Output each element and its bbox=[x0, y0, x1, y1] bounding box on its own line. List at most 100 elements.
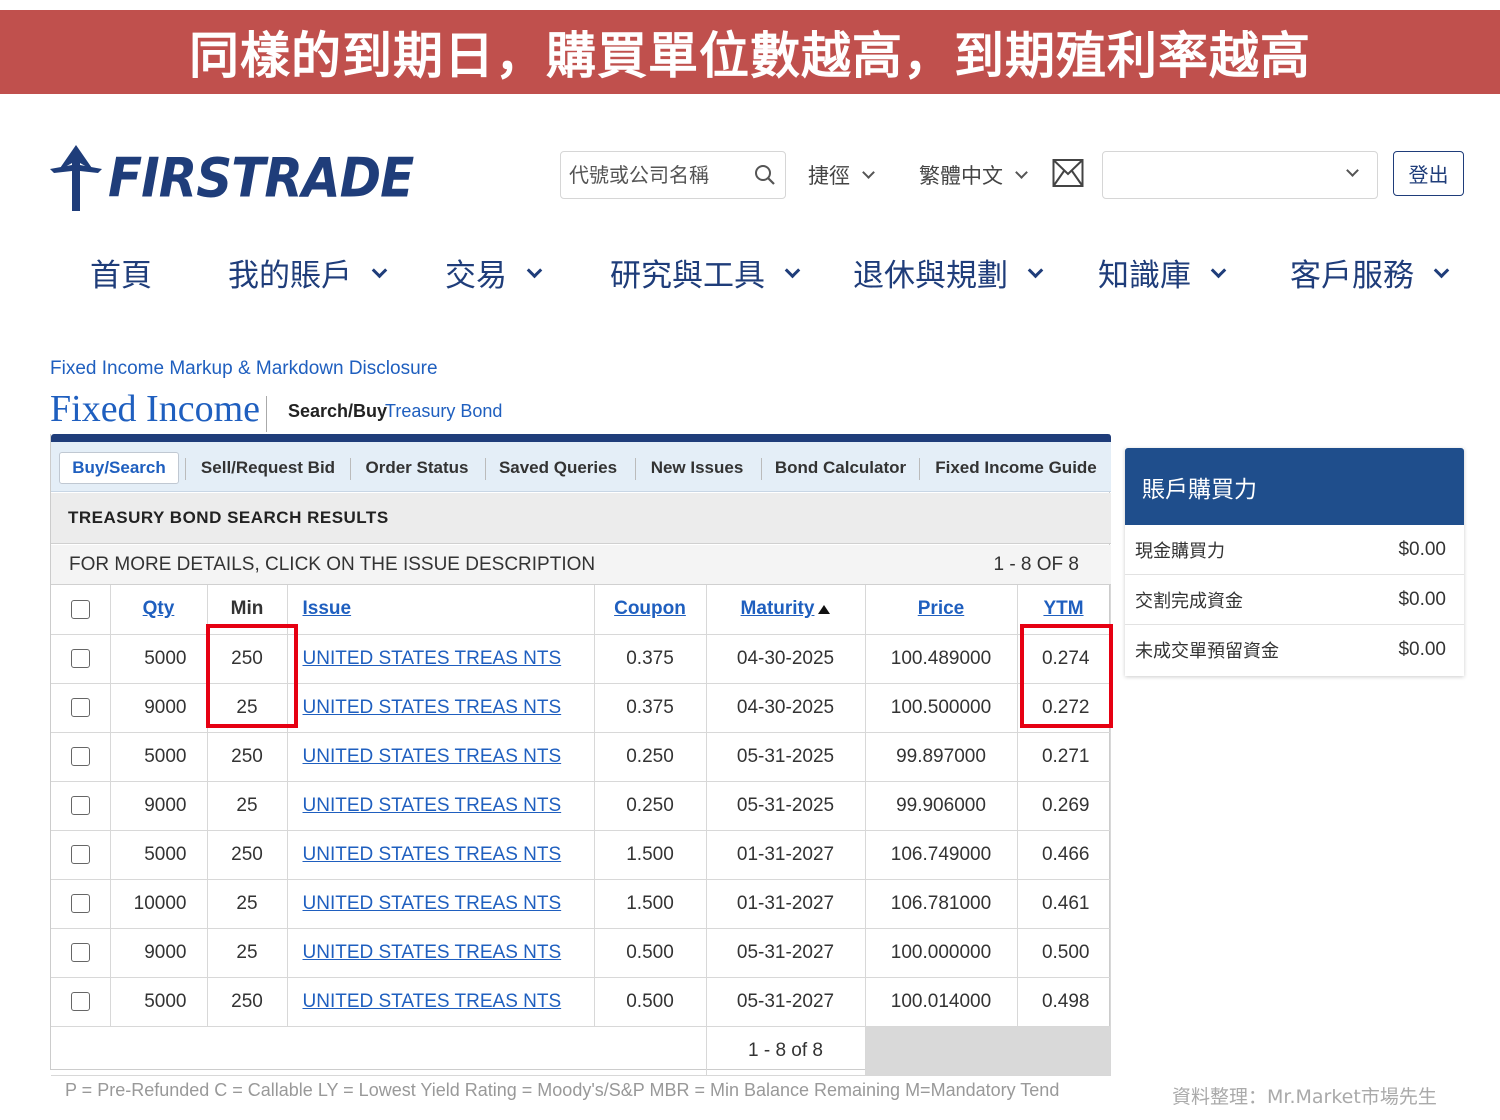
cell-maturity: 05-31-2027 bbox=[706, 977, 866, 1027]
account-select[interactable] bbox=[1102, 151, 1378, 199]
mail-icon[interactable] bbox=[1052, 158, 1084, 188]
legend-footnote: P = Pre-Refunded C = Callable LY = Lowes… bbox=[65, 1080, 1060, 1100]
nav-retirement[interactable]: 退休與規劃 bbox=[853, 250, 1044, 295]
row-checkbox[interactable] bbox=[70, 697, 90, 717]
chevron-down-icon bbox=[1015, 166, 1028, 179]
arrow-logo-icon bbox=[50, 145, 102, 211]
select-all-cell bbox=[51, 585, 111, 635]
cell-maturity: 01-31-2027 bbox=[706, 830, 866, 880]
results-count: 1 - 8 OF 8 bbox=[993, 554, 1079, 575]
tab-new-issues[interactable]: New Issues bbox=[643, 452, 751, 484]
footer-gray-cell bbox=[865, 1026, 1111, 1076]
symbol-search[interactable] bbox=[560, 151, 786, 199]
col-coupon[interactable]: Coupon bbox=[594, 585, 707, 635]
cell-price: 106.781000 bbox=[865, 879, 1018, 929]
tab-fixed-income-guide[interactable]: Fixed Income Guide bbox=[927, 452, 1105, 484]
row-checkbox[interactable] bbox=[70, 942, 90, 962]
buying-power-label: 現金購買力 bbox=[1135, 540, 1225, 562]
nav-label: 客戶服務 bbox=[1290, 258, 1414, 294]
chevron-down-icon bbox=[1210, 262, 1227, 278]
cell-price: 99.897000 bbox=[865, 732, 1018, 782]
cell-coupon: 0.375 bbox=[594, 634, 707, 684]
table-footer-row: 1 - 8 of 8 bbox=[51, 1026, 1111, 1076]
tab-divider bbox=[761, 458, 762, 480]
row-select-cell bbox=[51, 781, 111, 831]
results-heading: TREASURY BOND SEARCH RESULTS bbox=[51, 493, 1111, 544]
cell-min: 250 bbox=[207, 732, 288, 782]
cell-coupon: 0.250 bbox=[594, 732, 707, 782]
buying-power-value: $0.00 bbox=[1398, 588, 1446, 610]
select-all-checkbox[interactable] bbox=[70, 599, 90, 619]
cell-maturity: 04-30-2025 bbox=[706, 634, 866, 684]
sort-ascending-icon bbox=[818, 604, 831, 614]
cell-issue-link[interactable]: UNITED STATES TREAS NTS bbox=[287, 781, 595, 831]
nav-knowledge[interactable]: 知識庫 bbox=[1098, 250, 1227, 295]
cell-ytm: 0.269 bbox=[1017, 781, 1111, 831]
cell-qty: 5000 bbox=[110, 977, 208, 1027]
shortcuts-dropdown[interactable]: 捷徑 bbox=[808, 160, 875, 190]
tab-bond-calculator[interactable]: Bond Calculator bbox=[769, 452, 912, 484]
highlight-min-box bbox=[206, 624, 298, 728]
tab-divider bbox=[485, 458, 486, 480]
row-checkbox[interactable] bbox=[70, 991, 90, 1011]
cell-ytm: 0.461 bbox=[1017, 879, 1111, 929]
nav-home[interactable]: 首頁 bbox=[90, 250, 152, 295]
cell-issue-link[interactable]: UNITED STATES TREAS NTS bbox=[287, 683, 595, 733]
row-select-cell bbox=[51, 683, 111, 733]
col-maturity[interactable]: Maturity bbox=[706, 585, 866, 635]
buying-power-label: 交割完成資金 bbox=[1135, 590, 1243, 612]
details-hint-row: FOR MORE DETAILS, CLICK ON THE ISSUE DES… bbox=[51, 545, 1111, 585]
nav-trade[interactable]: 交易 bbox=[445, 250, 543, 295]
firstrade-logo[interactable]: FIRSTRADE bbox=[50, 145, 414, 211]
chevron-down-icon bbox=[526, 262, 543, 278]
buying-power-row: 現金購買力 $0.00 bbox=[1125, 525, 1464, 575]
row-checkbox[interactable] bbox=[70, 648, 90, 668]
row-checkbox[interactable] bbox=[70, 844, 90, 864]
page-title: Fixed Income bbox=[50, 388, 261, 430]
table-row: 9000 25 UNITED STATES TREAS NTS 0.500 05… bbox=[51, 928, 1111, 978]
tab-buy-search[interactable]: Buy/Search bbox=[59, 452, 179, 484]
nav-research-tools[interactable]: 研究與工具 bbox=[610, 250, 801, 295]
chevron-down-icon bbox=[371, 262, 388, 278]
cell-issue-link[interactable]: UNITED STATES TREAS NTS bbox=[287, 732, 595, 782]
language-dropdown[interactable]: 繁體中文 bbox=[919, 160, 1028, 190]
row-checkbox[interactable] bbox=[70, 893, 90, 913]
cell-price: 106.749000 bbox=[865, 830, 1018, 880]
cell-qty: 9000 bbox=[110, 928, 208, 978]
row-checkbox[interactable] bbox=[70, 795, 90, 815]
row-checkbox[interactable] bbox=[70, 746, 90, 766]
disclosure-link[interactable]: Fixed Income Markup & Markdown Disclosur… bbox=[50, 358, 438, 380]
tab-divider bbox=[919, 458, 920, 480]
chevron-down-icon bbox=[1433, 262, 1450, 278]
cell-issue-link[interactable]: UNITED STATES TREAS NTS bbox=[287, 977, 595, 1027]
cell-issue-link[interactable]: UNITED STATES TREAS NTS bbox=[287, 634, 595, 684]
table-row: 10000 25 UNITED STATES TREAS NTS 1.500 0… bbox=[51, 879, 1111, 929]
table-row: 5000 250 UNITED STATES TREAS NTS 0.250 0… bbox=[51, 732, 1111, 782]
cell-issue-link[interactable]: UNITED STATES TREAS NTS bbox=[287, 830, 595, 880]
cell-coupon: 1.500 bbox=[594, 830, 707, 880]
cell-issue-link[interactable]: UNITED STATES TREAS NTS bbox=[287, 879, 595, 929]
tab-sell-request-bid[interactable]: Sell/Request Bid bbox=[193, 452, 343, 484]
logout-button[interactable]: 登出 bbox=[1393, 151, 1464, 196]
cell-maturity: 05-31-2025 bbox=[706, 781, 866, 831]
search-input[interactable] bbox=[561, 152, 741, 198]
nav-my-account[interactable]: 我的賬戶 bbox=[228, 250, 388, 295]
col-price[interactable]: Price bbox=[865, 585, 1018, 635]
nav-label: 知識庫 bbox=[1098, 258, 1191, 294]
nav-label: 首頁 bbox=[90, 258, 152, 294]
col-qty[interactable]: Qty bbox=[110, 585, 208, 635]
cell-qty: 5000 bbox=[110, 830, 208, 880]
breadcrumb-link[interactable]: Treasury Bond bbox=[385, 401, 502, 422]
cell-issue-link[interactable]: UNITED STATES TREAS NTS bbox=[287, 928, 595, 978]
buying-power-value: $0.00 bbox=[1398, 639, 1446, 660]
search-icon[interactable] bbox=[753, 163, 777, 187]
cell-min: 250 bbox=[207, 977, 288, 1027]
cell-min: 25 bbox=[207, 879, 288, 929]
buying-power-card: 賬戶購買力 現金購買力 $0.00 交割完成資金 $0.00 未成交單預留資金 … bbox=[1125, 448, 1464, 676]
tab-order-status[interactable]: Order Status bbox=[357, 452, 477, 484]
col-issue[interactable]: Issue bbox=[287, 585, 595, 635]
tab-saved-queries[interactable]: Saved Queries bbox=[493, 452, 623, 484]
footer-blank bbox=[51, 1026, 707, 1076]
nav-customer-service[interactable]: 客戶服務 bbox=[1290, 250, 1450, 295]
nav-label: 交易 bbox=[445, 258, 507, 294]
